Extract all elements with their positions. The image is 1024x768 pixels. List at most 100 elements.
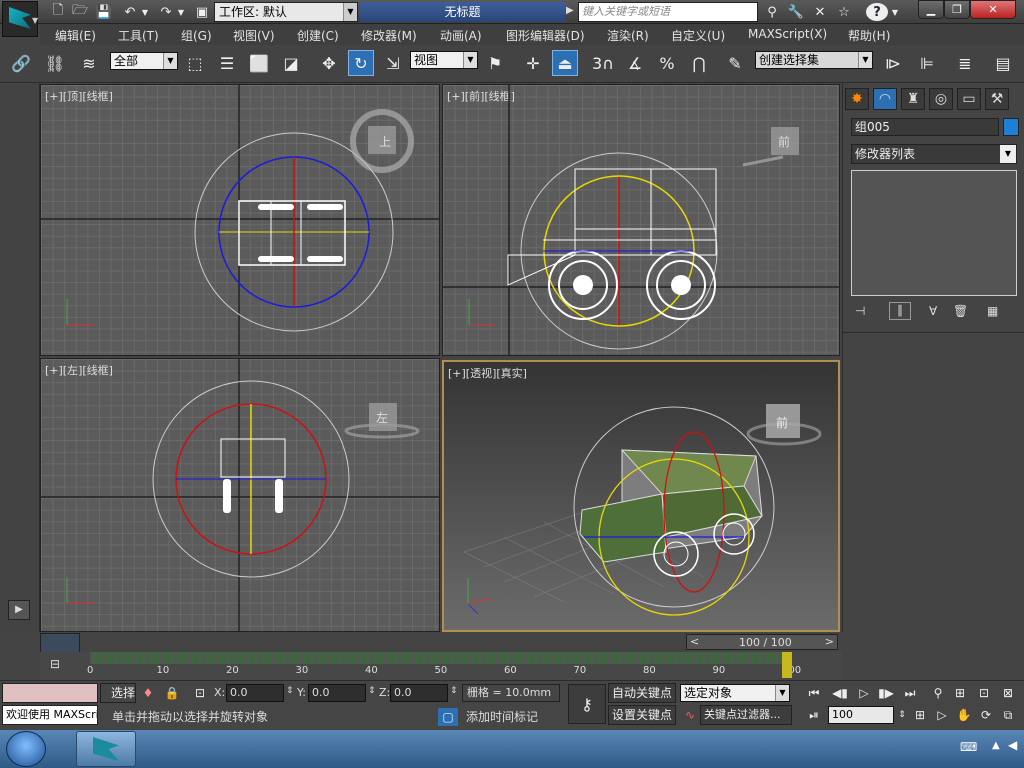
align-icon[interactable]: ⊫ xyxy=(914,50,940,76)
time-slider[interactable]: < 100 / 100 > xyxy=(686,634,838,650)
viewport-top[interactable]: [+][顶][线框] 上 xyxy=(40,84,440,356)
menu-views[interactable]: 视图(V) xyxy=(233,27,275,44)
help-icon[interactable]: ? xyxy=(866,3,888,21)
hierarchy-tab-icon[interactable]: ♜ xyxy=(901,88,925,110)
window-crossing-icon[interactable]: ◪ xyxy=(278,50,304,76)
viewport-perspective[interactable]: [+][透视][真实] 前 xyxy=(442,360,840,632)
taskbar-3dsmax-icon[interactable] xyxy=(76,731,136,767)
zoom-all-icon[interactable]: ⊞ xyxy=(950,684,970,702)
absolute-mode-icon[interactable]: ⊡ xyxy=(190,684,210,702)
key-mode-dropdown[interactable]: 选定对象 ▼ xyxy=(680,684,790,702)
modify-tab-icon[interactable]: ◠ xyxy=(873,88,897,110)
next-frame-icon[interactable]: ▮▶ xyxy=(876,684,896,702)
zoom-extents-all-icon[interactable]: ⊠ xyxy=(998,684,1018,702)
modifier-stack[interactable] xyxy=(851,170,1017,296)
viewport-front[interactable]: [+][前][线框] 前 xyxy=(442,84,840,356)
start-button-icon[interactable] xyxy=(6,731,46,767)
make-unique-icon[interactable]: ∀ xyxy=(929,304,937,318)
maximize-viewport-icon[interactable]: ⧉ xyxy=(998,706,1018,724)
reference-coord-dropdown[interactable]: 视图 ▼ xyxy=(410,51,478,69)
utilities-tab-icon[interactable]: ⚒ xyxy=(985,88,1009,110)
selection-filter-dropdown[interactable]: 全部 ▼ xyxy=(110,52,178,70)
x-coord-field[interactable]: 0.0 xyxy=(226,684,284,702)
key-filters-button[interactable]: 关键点过滤器... xyxy=(700,705,792,725)
maxscript-mini-listener-pink[interactable] xyxy=(2,683,98,703)
show-end-result-icon[interactable]: ∥ xyxy=(889,302,911,320)
time-configuration-icon[interactable]: ⊞ xyxy=(910,706,930,724)
play-icon[interactable]: ▷ xyxy=(854,684,874,702)
menu-help[interactable]: 帮助(H) xyxy=(848,27,890,44)
scale-icon[interactable]: ⇲ xyxy=(380,50,406,76)
bind-space-warp-icon[interactable]: ≋ xyxy=(76,50,102,76)
key-filters-icon[interactable]: ∿ xyxy=(680,706,700,724)
graphite-ribbon-icon[interactable]: ▤ xyxy=(990,50,1016,76)
layer-manager-icon[interactable]: ≣ xyxy=(952,50,978,76)
go-to-start-icon[interactable]: ⏮ xyxy=(804,684,824,702)
rect-selection-region-icon[interactable]: ⬜ xyxy=(246,50,272,76)
angle-snap-icon[interactable]: ∡ xyxy=(622,50,648,76)
menu-customize[interactable]: 自定义(U) xyxy=(671,27,725,44)
go-to-end-icon[interactable]: ⏭ xyxy=(900,684,920,702)
track-bar[interactable]: ⊟ 0102030405060708090100 xyxy=(40,652,842,680)
rotate-icon[interactable]: ↻ xyxy=(348,50,374,76)
maximize-button[interactable]: ❐ xyxy=(944,0,970,19)
view-cube-face[interactable]: 上 xyxy=(379,133,391,150)
time-tag-icon[interactable]: ▢ xyxy=(438,708,458,726)
project-folder-icon[interactable]: ▣ xyxy=(192,3,212,21)
y-spinner-icon[interactable]: ⇕ xyxy=(368,686,376,696)
snaps-toggle-icon[interactable]: 3 ∩ xyxy=(590,50,616,76)
remove-modifier-icon[interactable]: 🗑 xyxy=(953,304,968,318)
help-dropdown-icon[interactable]: ▼ xyxy=(890,3,900,21)
play-left-icon[interactable]: ▶ xyxy=(8,600,30,620)
add-time-tag[interactable]: 添加时间标记 xyxy=(462,708,560,726)
isolate-selection-icon[interactable]: ♦ xyxy=(138,684,158,702)
curve-editor-mini-icon[interactable]: ⊟ xyxy=(50,657,70,673)
create-tab-icon[interactable]: ✸ xyxy=(845,88,869,110)
select-object-icon[interactable]: ⬚ xyxy=(182,50,208,76)
spinner-snap-icon[interactable]: ⋂ xyxy=(686,50,712,76)
menu-animation[interactable]: 动画(A) xyxy=(440,27,482,44)
unlink-icon[interactable]: ⛓ xyxy=(42,50,68,76)
field-of-view-icon[interactable]: ▷ xyxy=(932,706,952,724)
move-icon[interactable]: ✥ xyxy=(316,50,342,76)
close-button[interactable]: ✕ xyxy=(970,0,1016,19)
object-name-field[interactable]: 组005 xyxy=(851,118,999,136)
mirror-icon[interactable]: ⧐ xyxy=(880,50,906,76)
key-icon[interactable]: ⚷ xyxy=(568,684,606,724)
undo-dropdown-icon[interactable]: ▼ xyxy=(140,3,150,21)
menu-rendering[interactable]: 渲染(R) xyxy=(607,27,649,44)
redo-dropdown-icon[interactable]: ▼ xyxy=(176,3,186,21)
menu-create[interactable]: 创建(C) xyxy=(297,27,339,44)
communication-icon[interactable]: ✕ xyxy=(810,3,830,21)
menu-group[interactable]: 组(G) xyxy=(181,27,212,44)
app-menu-button[interactable]: ▼ xyxy=(2,1,38,37)
pin-stack-icon[interactable]: ⊣ xyxy=(855,304,865,318)
x-spinner-icon[interactable]: ⇕ xyxy=(286,686,294,696)
open-file-icon[interactable]: 🗁 xyxy=(70,3,90,21)
edit-named-selection-icon[interactable]: ✎ xyxy=(722,50,748,76)
view-cube-face[interactable]: 前 xyxy=(776,414,788,431)
keyboard-tray-icon[interactable]: ⌨ xyxy=(960,740,977,754)
z-spinner-icon[interactable]: ⇕ xyxy=(450,686,458,696)
volume-icon[interactable]: ◀ xyxy=(1008,738,1017,752)
object-color-swatch[interactable] xyxy=(1003,118,1019,136)
view-cube-face[interactable]: 前 xyxy=(778,133,790,150)
subscription-icon[interactable]: 🔧 xyxy=(786,3,806,21)
configure-sets-icon[interactable]: ▦ xyxy=(987,304,998,318)
key-mode-toggle-icon[interactable]: ⏯ xyxy=(804,706,824,724)
menu-modifiers[interactable]: 修改器(M) xyxy=(361,27,417,44)
named-selection-dropdown[interactable]: 创建选择集 ▼ xyxy=(755,51,873,69)
maxscript-mini-listener[interactable]: 欢迎使用 MAXScri xyxy=(2,705,98,725)
display-tab-icon[interactable]: ▭ xyxy=(957,88,981,110)
minimize-button[interactable]: ▁ xyxy=(918,0,944,19)
menu-tools[interactable]: 工具(T) xyxy=(118,27,159,44)
percent-snap-icon[interactable]: % xyxy=(654,50,680,76)
menu-edit[interactable]: 编辑(E) xyxy=(55,27,96,44)
y-coord-field[interactable]: 0.0 xyxy=(308,684,366,702)
time-slider-prev[interactable]: < xyxy=(690,635,699,648)
binoculars-icon[interactable]: ⚲ xyxy=(762,3,782,21)
favorites-star-icon[interactable]: ☆ xyxy=(834,3,854,21)
previous-frame-icon[interactable]: ◀▮ xyxy=(830,684,850,702)
search-input[interactable]: 键入关键字或短语 xyxy=(578,2,758,22)
zoom-icon[interactable]: ⚲ xyxy=(928,684,948,702)
